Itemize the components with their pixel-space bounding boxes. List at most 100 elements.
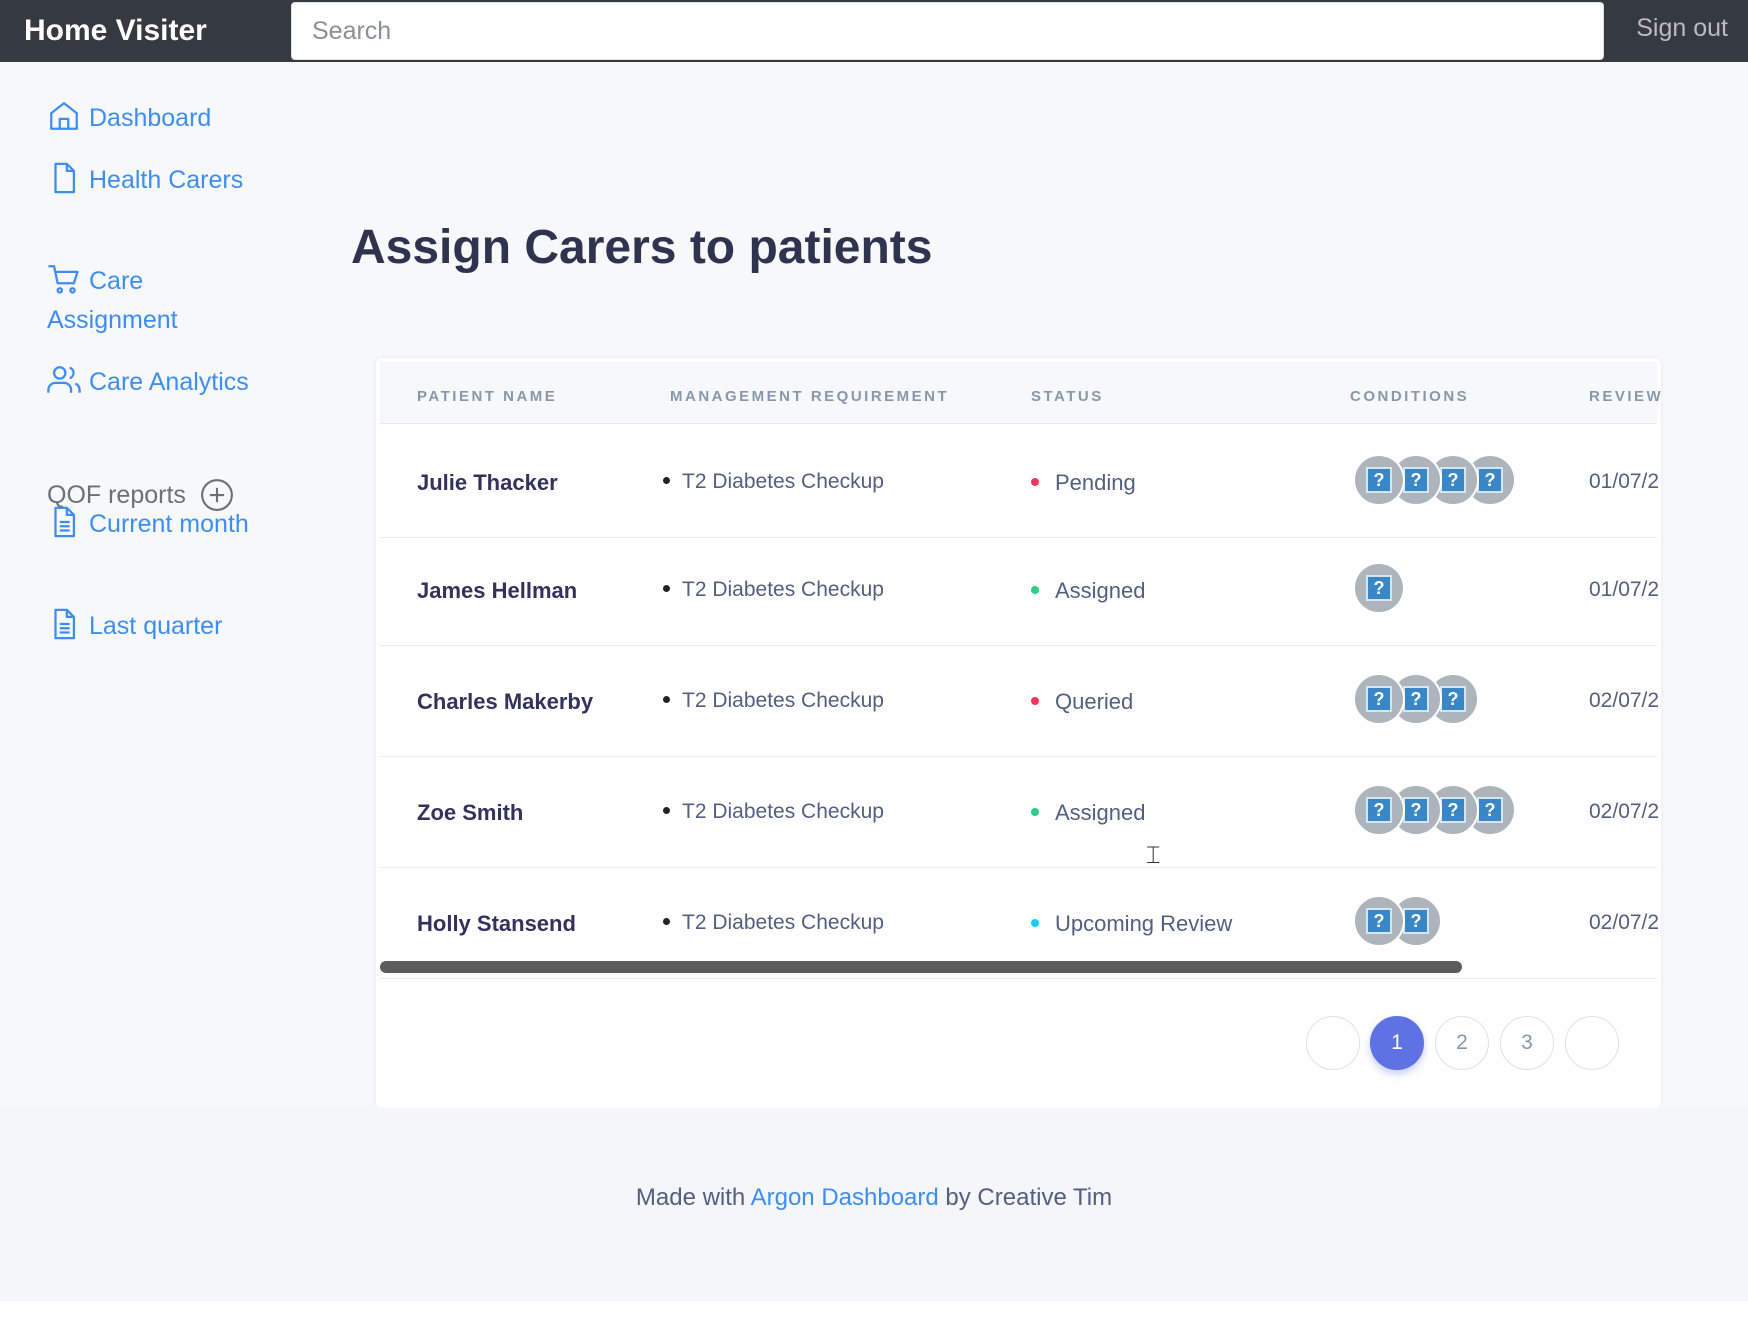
table-row[interactable]: Charles Makerby T2 Diabetes Checkup Querie… [380,646,1659,757]
question-mark-icon: ? [1440,467,1466,493]
status-badge: Assigned [1031,800,1146,826]
status-text: Upcoming Review [1055,911,1233,936]
column-header-review[interactable]: REVIEW [1589,388,1661,405]
status-text: Assigned [1055,800,1146,825]
footer-suffix: by Creative Tim [945,1184,1113,1211]
sidebar-item-last-quarter[interactable]: Last quarter [47,607,277,646]
home-icon [47,99,81,133]
status-text: Assigned [1055,578,1146,603]
sidebar: Dashboard Health Carers Care Assignment … [0,62,291,1108]
sidebar-item-label: Current month [89,510,249,538]
status-dot-icon [1031,808,1039,816]
column-header-patient-name[interactable]: PATIENT NAME [417,388,557,405]
management-requirement: T2 Diabetes Checkup [663,689,884,713]
management-requirement: T2 Diabetes Checkup [663,911,884,935]
page-2-button[interactable]: 2 [1435,1016,1489,1070]
question-mark-icon: ? [1403,797,1429,823]
table-row[interactable]: Julie Thacker T2 Diabetes Checkup Pending?… [380,427,1659,538]
status-dot-icon [1031,586,1039,594]
condition-avatar[interactable]: ? [1353,673,1405,725]
status-text: Queried [1055,689,1134,714]
status-badge: Pending [1031,470,1136,496]
condition-avatar[interactable]: ? [1353,562,1405,614]
table-row[interactable]: Zoe Smith T2 Diabetes Checkup Assigned????… [380,757,1659,868]
column-header-conditions[interactable]: CONDITIONS [1350,388,1469,405]
requirement-text: T2 Diabetes Checkup [682,578,884,601]
bullet-icon [663,807,670,814]
brand-logo[interactable]: Home Visiter [0,14,290,48]
next-page-button[interactable] [1565,1016,1619,1070]
argon-dashboard-link[interactable]: Argon Dashboard [751,1184,939,1211]
text-cursor-icon: ⌶ [1146,841,1161,869]
review-date: 02/07/2 [1589,911,1659,934]
patient-name: Zoe Smith [417,800,524,825]
review-date: 01/07/2 [1589,578,1659,601]
page-bottom [0,1301,1748,1340]
condition-avatar[interactable]: ? [1353,895,1405,947]
document-icon [47,607,81,641]
review-date: 02/07/2 [1589,800,1659,823]
horizontal-scrollbar[interactable] [380,961,1462,973]
question-mark-icon: ? [1403,908,1429,934]
patient-name: James Hellman [417,578,578,603]
bullet-icon [663,918,670,925]
column-header-status[interactable]: STATUS [1031,388,1104,405]
bullet-icon [663,696,670,703]
bullet-icon [663,477,670,484]
status-dot-icon [1031,919,1039,927]
question-mark-icon: ? [1403,686,1429,712]
sidebar-item-current-month[interactable]: Current month [47,505,277,544]
top-navbar: Home Visiter Sign out [0,0,1748,62]
prev-page-button[interactable] [1306,1016,1360,1070]
status-badge: Assigned [1031,578,1146,604]
requirement-text: T2 Diabetes Checkup [682,800,884,823]
search-input[interactable] [291,2,1604,60]
status-badge: Upcoming Review [1031,911,1232,937]
review-date: 02/07/2 [1589,689,1659,712]
footer: Made with Argon Dashboard by Creative Ti… [0,1108,1748,1301]
patient-name: Charles Makerby [417,689,594,714]
users-icon [47,363,81,397]
page-1-button[interactable]: 1 [1370,1016,1424,1070]
sidebar-item-label: Last quarter [89,612,223,640]
patient-name: Holly Stansend [417,911,576,936]
page-3-button[interactable]: 3 [1500,1016,1554,1070]
requirement-text: T2 Diabetes Checkup [682,911,884,934]
requirement-text: T2 Diabetes Checkup [682,470,884,493]
sidebar-item-care-assignment[interactable]: Care Assignment [47,262,277,340]
patient-name: Julie Thacker [417,470,558,495]
sidebar-item-label: Care Analytics [89,368,249,396]
patients-table-card: PATIENT NAME MANAGEMENT REQUIREMENT STAT… [376,358,1661,1108]
sidebar-item-health-carers[interactable]: Health Carers [47,161,277,200]
sign-out-link[interactable]: Sign out [1636,14,1728,43]
status-dot-icon [1031,478,1039,486]
footer-prefix: Made with [635,1184,746,1211]
management-requirement: T2 Diabetes Checkup [663,470,884,494]
bullet-icon [663,585,670,592]
question-mark-icon: ? [1366,467,1392,493]
status-badge: Queried [1031,689,1133,715]
requirement-text: T2 Diabetes Checkup [682,689,884,712]
question-mark-icon: ? [1403,467,1429,493]
file-icon [47,161,81,195]
management-requirement: T2 Diabetes Checkup [663,578,884,602]
footer-credit: Made with Argon Dashboard by Creative Ti… [0,1184,1748,1212]
sidebar-item-label: Health Carers [89,166,244,194]
management-requirement: T2 Diabetes Checkup [663,800,884,824]
question-mark-icon: ? [1366,908,1392,934]
sidebar-item-dashboard[interactable]: Dashboard [47,99,277,138]
cart-icon [47,262,81,296]
document-icon [47,505,81,539]
condition-avatar[interactable]: ? [1353,454,1405,506]
condition-avatar[interactable]: ? [1353,784,1405,836]
column-header-management-requirement[interactable]: MANAGEMENT REQUIREMENT [670,388,949,405]
question-mark-icon: ? [1477,467,1503,493]
table-header: PATIENT NAME MANAGEMENT REQUIREMENT STAT… [380,362,1661,424]
sidebar-item-care-analytics[interactable]: Care Analytics [47,363,277,402]
table-row[interactable]: James Hellman T2 Diabetes Checkup Assigned… [380,535,1659,646]
review-date: 01/07/2 [1589,470,1659,493]
sidebar-item-label: Dashboard [89,104,212,132]
page-title: Assign Carers to patients [351,221,933,274]
status-text: Pending [1055,470,1136,495]
question-mark-icon: ? [1440,686,1466,712]
